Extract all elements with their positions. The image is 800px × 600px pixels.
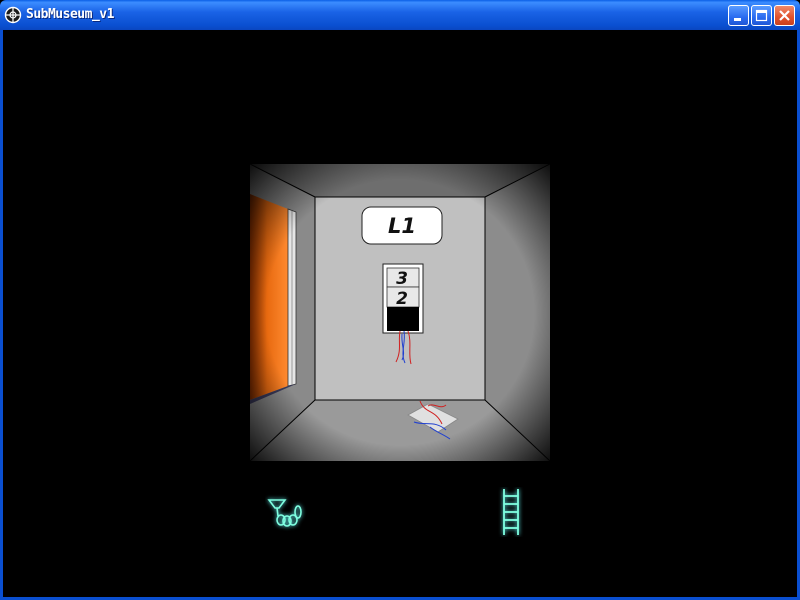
maximize-button[interactable] bbox=[751, 5, 772, 26]
close-icon bbox=[779, 10, 790, 21]
vignette-overlay bbox=[250, 164, 550, 461]
ladder-icon bbox=[503, 489, 519, 535]
rope-hook-icon bbox=[267, 499, 287, 509]
window-title: SubMuseum_v1 bbox=[26, 7, 114, 22]
close-button[interactable] bbox=[774, 5, 795, 26]
inventory-ladder-item[interactable] bbox=[498, 487, 526, 537]
inventory-rope-item[interactable] bbox=[265, 494, 309, 534]
app-icon bbox=[4, 6, 22, 24]
elevator-scene[interactable]: L1 3 2 bbox=[250, 164, 550, 461]
minimize-icon bbox=[734, 18, 741, 21]
window-titlebar[interactable]: SubMuseum_v1 bbox=[0, 0, 800, 30]
minimize-button[interactable] bbox=[728, 5, 749, 26]
maximize-icon bbox=[755, 9, 768, 22]
